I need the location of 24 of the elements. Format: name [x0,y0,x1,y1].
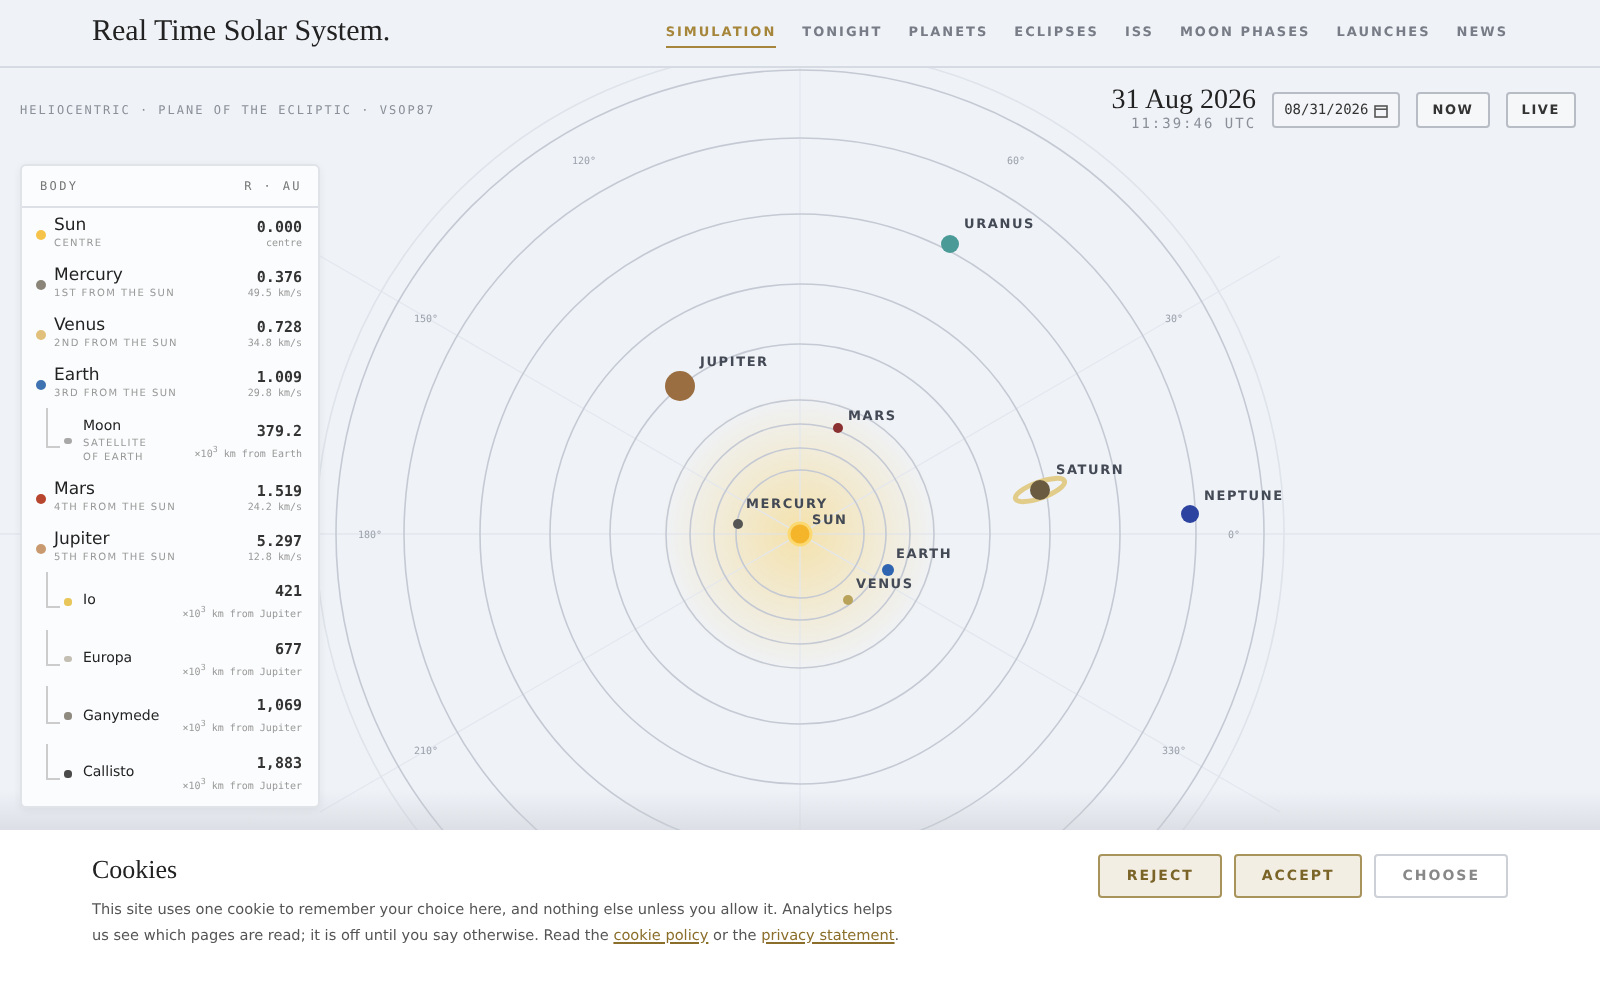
planet-icon [941,235,959,253]
planet-icon [1181,505,1199,523]
body-name: Sun [54,216,89,238]
site-title: Real Time Solar System. [92,16,391,50]
cookie-title: Cookies [92,854,180,886]
body-name: Mars [54,480,97,502]
planet-icon [833,423,843,433]
tree-connector [46,408,60,449]
body-name: Earth [54,366,102,388]
body-name: Mercury [54,266,125,288]
tree-connector [46,629,60,666]
tree-connector [46,743,60,781]
planet-icon [665,371,695,401]
sun-icon [787,521,813,547]
calendar-icon [1374,103,1389,117]
body-name: Venus [54,316,108,338]
planet-icon [843,595,853,605]
ringed-planet-icon [1012,475,1068,505]
planet-icon [882,564,894,576]
body-name: Jupiter [54,530,112,552]
tree-connector [46,572,60,609]
current-date: 31 Aug 2026 [1111,88,1257,116]
planet-icon [733,519,743,529]
tree-connector [46,686,60,723]
